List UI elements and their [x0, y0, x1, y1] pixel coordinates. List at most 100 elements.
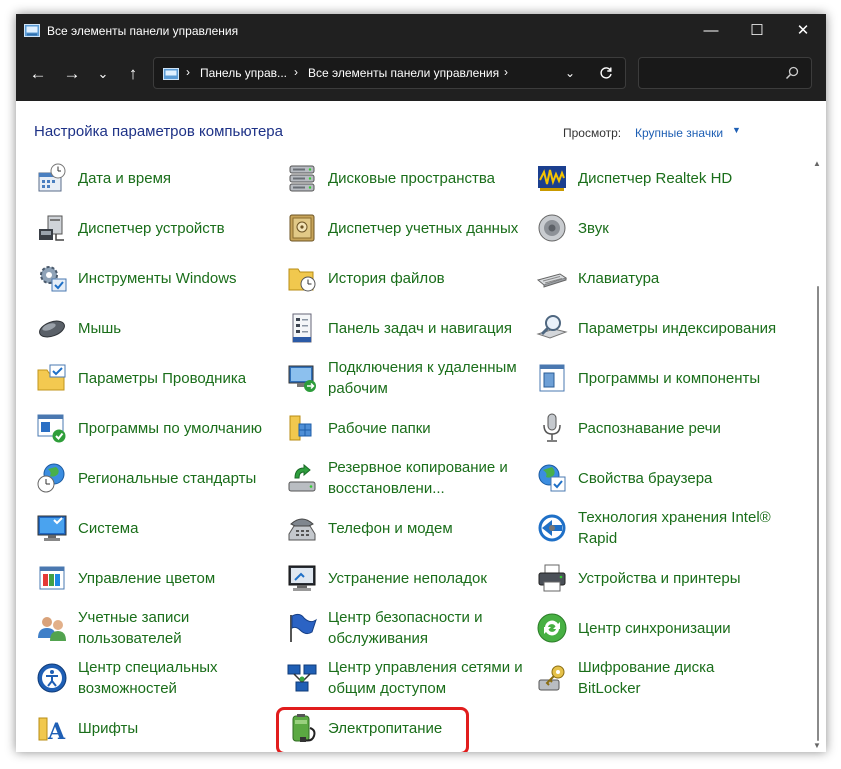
speaker-icon: [538, 214, 566, 242]
item-label: Устранение неполадок: [328, 569, 487, 587]
view-by-dropdown[interactable]: Крупные значки: [635, 126, 723, 140]
item-color-management[interactable]: Управление цветом: [34, 555, 274, 601]
credential-manager-icon: [289, 214, 315, 242]
item-system[interactable]: Система: [34, 505, 274, 551]
breadcrumb-all-items[interactable]: Все элементы панели управления: [308, 66, 499, 80]
item-indexing-options[interactable]: Параметры индексирования: [534, 305, 776, 351]
item-bitlocker[interactable]: Шифрование диска BitLocker: [534, 655, 774, 701]
minimize-button[interactable]: —: [688, 14, 734, 48]
refresh-icon[interactable]: [596, 63, 616, 83]
system-monitor-icon: [37, 515, 67, 541]
scroll-up-arrow-icon[interactable]: ▲: [813, 159, 821, 168]
indexing-icon: [536, 315, 568, 339]
item-label: Технология хранения Intel® Rapid: [578, 509, 771, 547]
svg-text:A: A: [47, 719, 66, 744]
item-fonts[interactable]: A Шрифты: [34, 705, 274, 751]
item-device-manager[interactable]: Диспетчер устройств: [34, 205, 274, 251]
item-label: Программы и компоненты: [578, 369, 761, 387]
realtek-audio-icon: [538, 166, 566, 191]
navigation-bar: ← → ⌄ ↑ › Панель управ... › Все элементы…: [16, 48, 826, 101]
windows-tools-icon: [40, 266, 67, 292]
network-icon: [287, 664, 317, 692]
item-label: Инструменты Windows: [78, 269, 237, 287]
item-ease-of-access[interactable]: Центр специальных возможностей: [34, 655, 274, 701]
item-label: Рабочие папки: [328, 419, 431, 437]
fonts-icon: A: [38, 717, 66, 744]
item-label: Центр безопасности и обслуживания: [328, 609, 483, 647]
phone-icon: [288, 518, 316, 541]
device-manager-icon: [39, 215, 64, 241]
item-regional-settings[interactable]: Региональные стандарты: [34, 455, 274, 501]
item-windows-tools[interactable]: Инструменты Windows: [34, 255, 274, 301]
forward-button[interactable]: →: [60, 61, 84, 87]
search-box[interactable]: [638, 57, 812, 89]
item-explorer-options[interactable]: Параметры Проводника: [34, 355, 274, 401]
item-programs-features[interactable]: Программы и компоненты: [534, 355, 774, 401]
vertical-scrollbar-thumb[interactable]: [817, 286, 819, 741]
item-phone-modem[interactable]: Телефон и модем: [284, 505, 524, 551]
item-keyboard[interactable]: Клавиатура: [534, 255, 774, 301]
storage-spaces-icon: [289, 165, 315, 192]
item-file-history[interactable]: История файлов: [284, 255, 524, 301]
item-mouse[interactable]: Мышь: [34, 305, 274, 351]
up-button[interactable]: ↑: [121, 61, 145, 87]
item-label: Шифрование диска BitLocker: [578, 659, 715, 697]
bitlocker-key-icon: [538, 665, 565, 691]
window-title: Все элементы панели управления: [47, 24, 239, 38]
item-sound[interactable]: Звук: [534, 205, 774, 251]
back-button[interactable]: ←: [26, 61, 50, 87]
item-label: Программы по умолчанию: [78, 419, 262, 437]
item-security-maintenance[interactable]: Центр безопасности и обслуживания: [284, 605, 524, 651]
close-button[interactable]: ✕: [780, 14, 826, 48]
item-speech-recognition[interactable]: Распознавание речи: [534, 405, 774, 451]
breadcrumb-control-panel[interactable]: Панель управ...: [200, 66, 287, 80]
default-programs-icon: [37, 414, 66, 443]
item-work-folders[interactable]: Рабочие папки: [284, 405, 524, 451]
search-icon[interactable]: [785, 66, 799, 80]
item-intel-rapid-storage[interactable]: Технология хранения Intel® Rapid: [534, 505, 774, 551]
taskbar-icon: [292, 313, 312, 343]
item-credential-manager[interactable]: Диспетчер учетных данных: [284, 205, 524, 251]
address-history-dropdown[interactable]: ⌄: [560, 63, 580, 83]
item-label: Мышь: [78, 319, 122, 337]
intel-rst-icon: [538, 514, 566, 542]
item-network-sharing[interactable]: Центр управления сетями и общим доступом: [284, 655, 524, 701]
item-storage-spaces[interactable]: Дисковые пространства: [284, 155, 524, 201]
printer-icon: [538, 564, 566, 592]
recent-locations-button[interactable]: ⌄: [91, 61, 115, 87]
search-input[interactable]: [645, 63, 785, 85]
file-history-icon: [288, 268, 316, 292]
scroll-down-arrow-icon[interactable]: ▼: [813, 741, 821, 750]
mouse-icon: [39, 320, 65, 338]
ease-of-access-icon: [37, 663, 67, 693]
troubleshooting-icon: [288, 565, 316, 591]
item-label: Распознавание речи: [578, 419, 721, 437]
globe-clock-icon: [37, 463, 65, 493]
item-realtek-hd[interactable]: Диспетчер Realtek HD: [534, 155, 774, 201]
item-default-programs[interactable]: Программы по умолчанию: [34, 405, 274, 451]
item-backup-restore[interactable]: Резервное копирование и восстановлени...: [284, 455, 524, 501]
item-label: Свойства браузера: [578, 469, 713, 487]
item-label: Диспетчер Realtek HD: [578, 169, 733, 187]
title-bar[interactable]: Все элементы панели управления — ☐ ✕: [16, 14, 826, 48]
address-bar[interactable]: › Панель управ... › Все элементы панели …: [153, 57, 626, 89]
security-flag-icon: [290, 613, 317, 642]
programs-features-icon: [539, 364, 565, 392]
item-taskbar-navigation[interactable]: Панель задач и навигация: [284, 305, 524, 351]
item-sync-center[interactable]: Центр синхронизации: [534, 605, 774, 651]
sync-icon: [537, 613, 567, 643]
maximize-button[interactable]: ☐: [734, 14, 780, 48]
dropdown-arrow-icon[interactable]: ▼: [732, 125, 741, 135]
item-troubleshooting[interactable]: Устранение неполадок: [284, 555, 524, 601]
item-internet-options[interactable]: Свойства браузера: [534, 455, 774, 501]
item-devices-printers[interactable]: Устройства и принтеры: [534, 555, 774, 601]
item-label: Центр синхронизации: [578, 619, 731, 637]
item-date-time[interactable]: Дата и время: [34, 155, 274, 201]
internet-options-icon: [538, 464, 566, 492]
item-user-accounts[interactable]: Учетные записи пользователей: [34, 605, 274, 651]
view-by-label: Просмотр:: [563, 126, 622, 140]
color-management-icon: [39, 566, 65, 590]
item-remote-app[interactable]: Подключения к удаленным рабочим: [284, 355, 524, 401]
breadcrumb-separator[interactable]: ›: [504, 65, 508, 79]
item-label: Устройства и принтеры: [578, 569, 741, 587]
